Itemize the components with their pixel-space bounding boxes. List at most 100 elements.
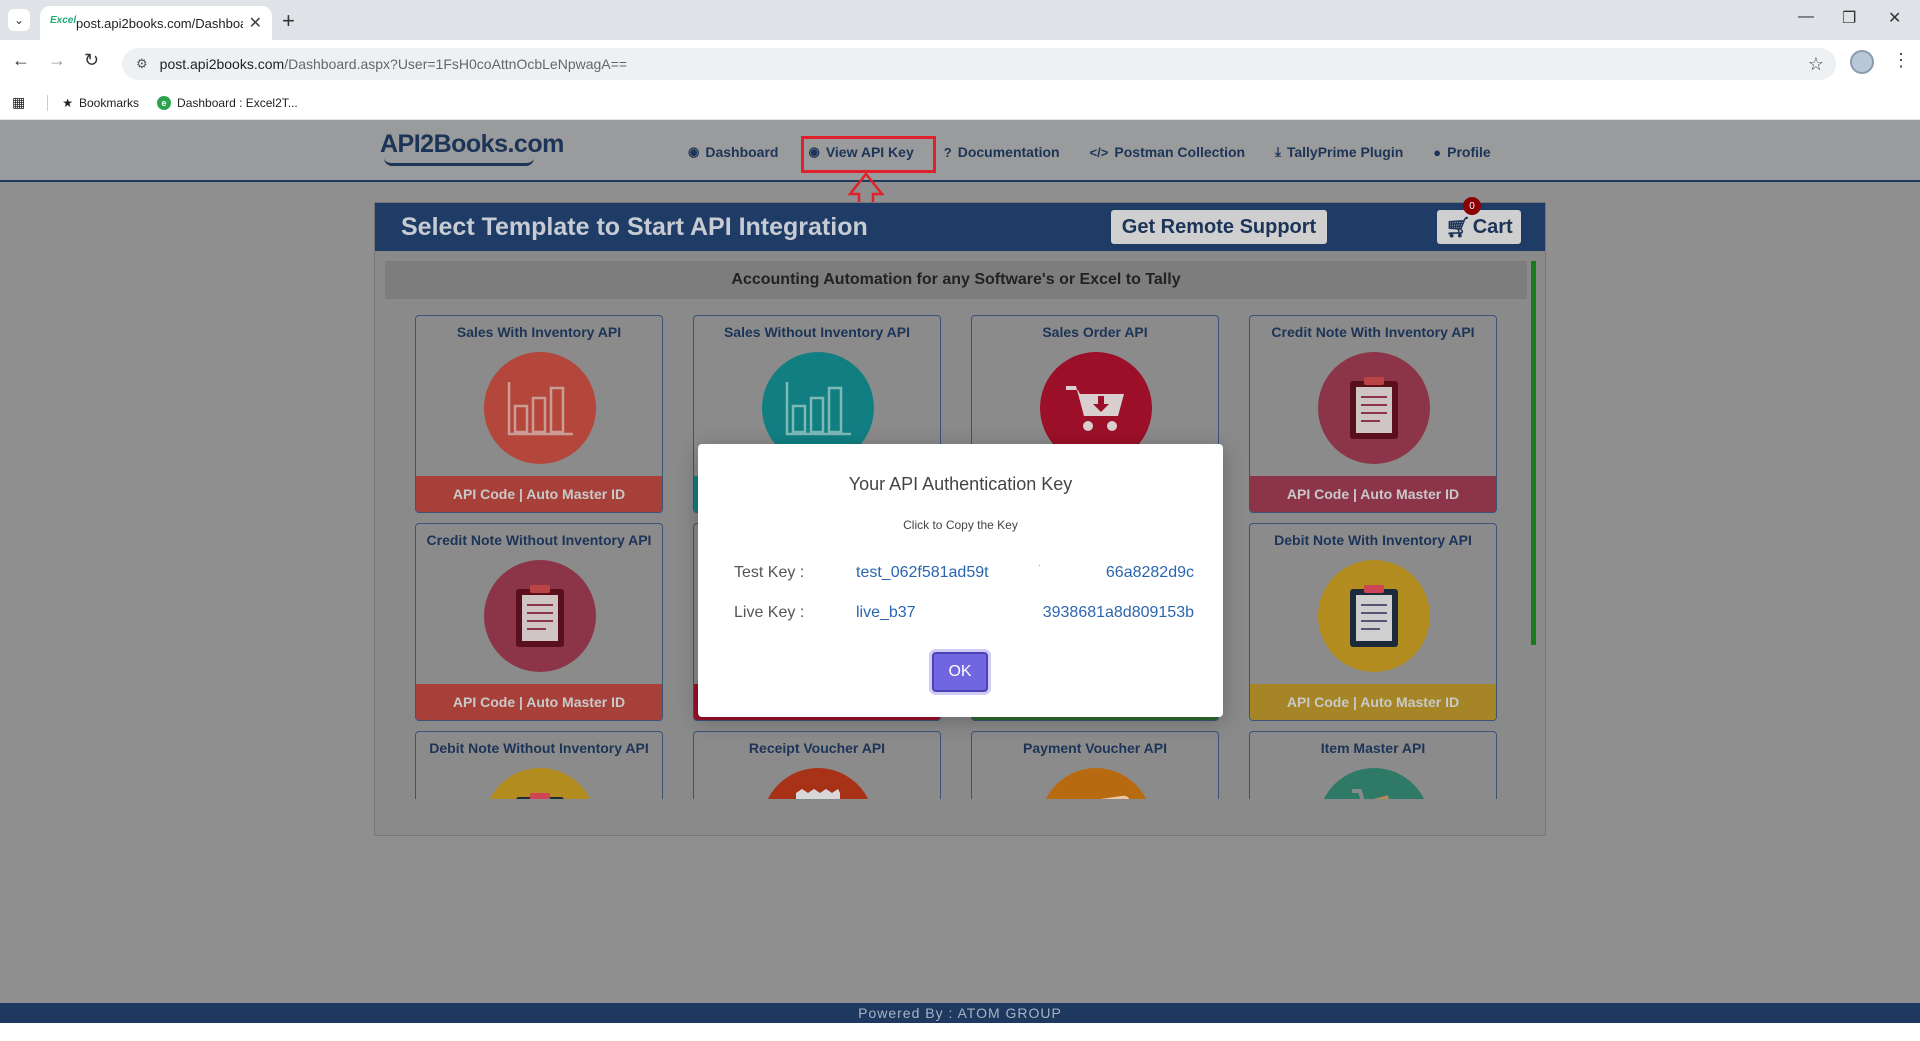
reload-icon[interactable]: ↻ [84,50,99,71]
profile-avatar-icon[interactable] [1850,50,1874,74]
close-window-icon[interactable]: ✕ [1888,8,1901,28]
new-tab-plus-icon[interactable]: + [282,8,295,34]
test-key-label: Test Key : [734,564,805,581]
browser-tab-strip: ⌄ Excel post.api2books.com/Dashboard ✕ +… [0,0,1920,40]
tile-title: Debit Note Without Inventory API [429,740,649,756]
cart-icon: 🛒︎ [1445,216,1471,239]
section-subheading: Accounting Automation for any Software's… [385,261,1527,299]
tile-item-master[interactable]: Item Master API [1249,731,1497,799]
tile-debit-note-with-inventory[interactable]: Debit Note With Inventory API API Code |… [1249,523,1497,721]
card-header: Select Template to Start API Integration… [375,197,1545,251]
nav-profile[interactable]: ● Profile [1433,144,1490,160]
nav-label: Profile [1447,144,1491,160]
live-key-value-end[interactable]: 3938681a8d809153b [1043,604,1194,622]
bookmark-bookmarks[interactable]: ★ Bookmarks [62,96,139,110]
site-logo[interactable]: API2Books.com [380,130,564,159]
forward-arrow-icon[interactable]: → [48,50,66,71]
tile-title: Receipt Voucher API [748,740,886,756]
bookmarks-bar: ▦ ★ Bookmarks e Dashboard : Excel2T... [0,86,1920,120]
modal-title: Your API Authentication Key [848,474,1073,494]
page-bottom-strip [0,1023,1920,1041]
tile-title: Sales With Inventory API [456,324,622,340]
download-icon: ⤓ [1275,144,1281,159]
restore-icon[interactable]: ❐ [1842,8,1856,28]
test-key-value-start[interactable]: test_062f581ad59t [856,564,989,582]
nav-label: Dashboard [705,144,779,160]
tile-title: Credit Note With Inventory API [1271,324,1475,340]
site-info-icon[interactable]: ⚙ [136,56,148,72]
logo-swoosh [384,158,534,166]
bar-chart-icon [484,352,596,464]
tile-title: Debit Note With Inventory API [1274,532,1472,548]
bookmark-star-icon[interactable]: ☆ [1808,54,1824,75]
api-code-auto-master-id-link[interactable]: API Code | Auto Master ID [1250,684,1496,720]
minimize-icon[interactable]: — [1798,8,1814,26]
tile-title: Credit Note Without Inventory API [426,532,652,548]
bookmarks-separator [47,94,49,111]
receipt-icon [762,768,874,799]
tile-credit-note-with-inventory[interactable]: Credit Note With Inventory API API Code … [1249,315,1497,513]
tile-title: Sales Order API [1042,324,1148,340]
back-arrow-icon[interactable]: ← [12,50,30,71]
bookmark-label: Dashboard : Excel2T... [177,95,298,110]
clipboard-icon [1318,560,1430,672]
browser-menu-icon[interactable]: ⋮ [1892,50,1910,71]
annotation-highlight-box [801,136,936,173]
hand-truck-icon [1318,768,1430,799]
api-key-modal: Your API Authentication Key Click to Cop… [698,444,1223,717]
api-code-auto-master-id-link[interactable]: API Code | Auto Master ID [416,684,662,720]
url-host: post.api2books.com [159,56,285,72]
user-icon: ● [1433,144,1442,160]
redaction-mark: · [1038,560,1042,571]
url-path: /Dashboard.aspx?User=1FsH0coAttnOcbLeNpw… [284,56,627,72]
get-remote-support-button[interactable]: Get Remote Support [1111,210,1327,244]
code-icon: </> [1089,144,1109,160]
nav-label: Documentation [957,144,1060,160]
cart-count-badge: 0 [1463,197,1481,215]
address-bar[interactable]: ⚙ post.api2books.com /Dashboard.aspx?Use… [122,48,1836,80]
nav-documentation[interactable]: ? Documentation [944,144,1060,160]
clipboard-icon [1318,352,1430,464]
clipboard-icon [484,768,596,799]
cart-label: Cart [1472,215,1513,238]
nav-postman-collection[interactable]: </> Postman Collection [1090,144,1245,160]
ok-button[interactable]: OK [932,652,988,692]
scrollbar-thumb[interactable] [1531,261,1536,645]
cart-button[interactable]: 🛒︎ Cart [1437,210,1521,244]
site-footer: Powered By : ATOM GROUP [0,1003,1920,1023]
nav-dashboard[interactable]: ◉ Dashboard [688,144,778,160]
apps-grid-icon[interactable]: ▦ [12,94,25,111]
tile-receipt-voucher[interactable]: Receipt Voucher API [693,731,941,799]
tile-credit-note-without-inventory[interactable]: Credit Note Without Inventory API API Co… [415,523,663,721]
test-key-value-end[interactable]: 66a8282d9c [1106,564,1194,582]
tab-search-chevron-icon[interactable]: ⌄ [8,9,30,31]
card-payment-icon [1040,768,1152,799]
star-icon: ★ [62,95,73,110]
bookmark-dashboard[interactable]: e Dashboard : Excel2T... [157,95,298,110]
live-key-label: Live Key : [734,604,805,621]
nav-label: TallyPrime Plugin [1286,144,1404,160]
excel-favicon-icon: Excel [50,15,77,26]
excel2tally-icon: e [157,95,172,110]
tile-payment-voucher[interactable]: Payment Voucher API [971,731,1219,799]
bookmark-label: Bookmarks [79,95,140,110]
tile-title: Sales Without Inventory API [723,324,911,340]
browser-toolbar: ← → ↻ ⚙ post.api2books.com /Dashboard.as… [0,40,1920,86]
nav-label: Postman Collection [1114,144,1246,160]
live-key-value-start[interactable]: live_b37 [856,604,916,622]
tile-sales-with-inventory[interactable]: Sales With Inventory API API Code | Auto… [415,315,663,513]
clipboard-icon [484,560,596,672]
site-header: API2Books.com ◉ Dashboard ◉ View API Key ?… [0,120,1920,226]
modal-subtitle: Click to Copy the Key [903,518,1018,532]
tile-title: Item Master API [1320,740,1426,756]
close-tab-icon[interactable]: ✕ [249,13,262,33]
nav-tallyprime-plugin[interactable]: ⤓ TallyPrime Plugin [1275,144,1403,160]
card-title: Select Template to Start API Integration [401,213,868,241]
api-code-auto-master-id-link[interactable]: API Code | Auto Master ID [416,476,662,512]
browser-tab[interactable]: Excel post.api2books.com/Dashboard ✕ [40,6,272,40]
live-key-row: Live Key : live_b37 3938681a8d809153b [734,604,1194,626]
tile-debit-note-without-inventory[interactable]: Debit Note Without Inventory API [415,731,663,799]
test-key-row: Test Key : test_062f581ad59t · 66a8282d9… [734,560,1194,586]
api-code-auto-master-id-link[interactable]: API Code | Auto Master ID [1250,476,1496,512]
tile-title: Payment Voucher API [1023,740,1167,756]
